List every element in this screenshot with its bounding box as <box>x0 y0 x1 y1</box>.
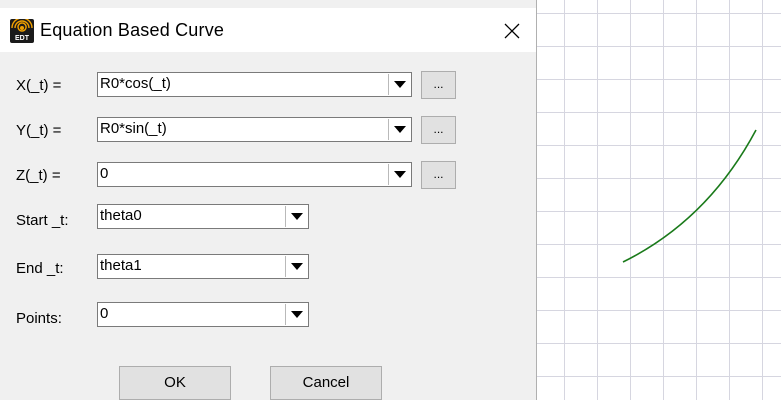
cancel-button[interactable]: Cancel <box>270 366 382 400</box>
z-dropdown-arrow[interactable] <box>388 164 410 185</box>
dialog-title: Equation Based Curve <box>40 20 225 40</box>
dialog-titlebar: EDT Equation Based Curve <box>0 8 536 52</box>
ok-button[interactable]: OK <box>119 366 231 400</box>
z-equation-value: 0 <box>100 165 109 182</box>
close-icon <box>504 23 520 39</box>
chevron-down-icon <box>393 171 406 178</box>
ansys-edt-icon: EDT <box>10 19 34 43</box>
x-dropdown-arrow[interactable] <box>388 74 410 95</box>
points-value: 0 <box>100 305 109 322</box>
points-dropdown-arrow[interactable] <box>285 304 307 325</box>
close-button[interactable] <box>495 20 529 42</box>
points-label: Points: <box>16 310 62 327</box>
x-label: X(_t) = <box>16 77 62 94</box>
x-equation-combo[interactable]: R0*cos(_t) <box>97 72 412 97</box>
z-equation-combo[interactable]: 0 <box>97 162 412 187</box>
chevron-down-icon <box>290 213 303 220</box>
chevron-down-icon <box>290 263 303 270</box>
start-combo[interactable]: theta0 <box>97 204 309 229</box>
start-label: Start _t: <box>16 212 69 229</box>
start-dropdown-arrow[interactable] <box>285 206 307 227</box>
z-label: Z(_t) = <box>16 167 61 184</box>
x-equation-value: R0*cos(_t) <box>100 75 171 92</box>
y-dropdown-arrow[interactable] <box>388 119 410 140</box>
icon-label: EDT <box>15 35 29 42</box>
chevron-down-icon <box>290 311 303 318</box>
chevron-down-icon <box>393 81 406 88</box>
start-value: theta0 <box>100 207 142 224</box>
y-equation-value: R0*sin(_t) <box>100 120 167 137</box>
end-dropdown-arrow[interactable] <box>285 256 307 277</box>
y-equation-combo[interactable]: R0*sin(_t) <box>97 117 412 142</box>
x-browse-button[interactable]: ... <box>421 71 456 99</box>
z-browse-button[interactable]: ... <box>421 161 456 189</box>
chevron-down-icon <box>393 126 406 133</box>
equation-based-curve-dialog: EDT Equation Based Curve X(_t) = R0*cos(… <box>0 0 537 400</box>
points-combo[interactable]: 0 <box>97 302 309 327</box>
y-browse-button[interactable]: ... <box>421 116 456 144</box>
end-label: End _t: <box>16 260 64 277</box>
y-label: Y(_t) = <box>16 122 62 139</box>
end-value: theta1 <box>100 257 142 274</box>
end-combo[interactable]: theta1 <box>97 254 309 279</box>
